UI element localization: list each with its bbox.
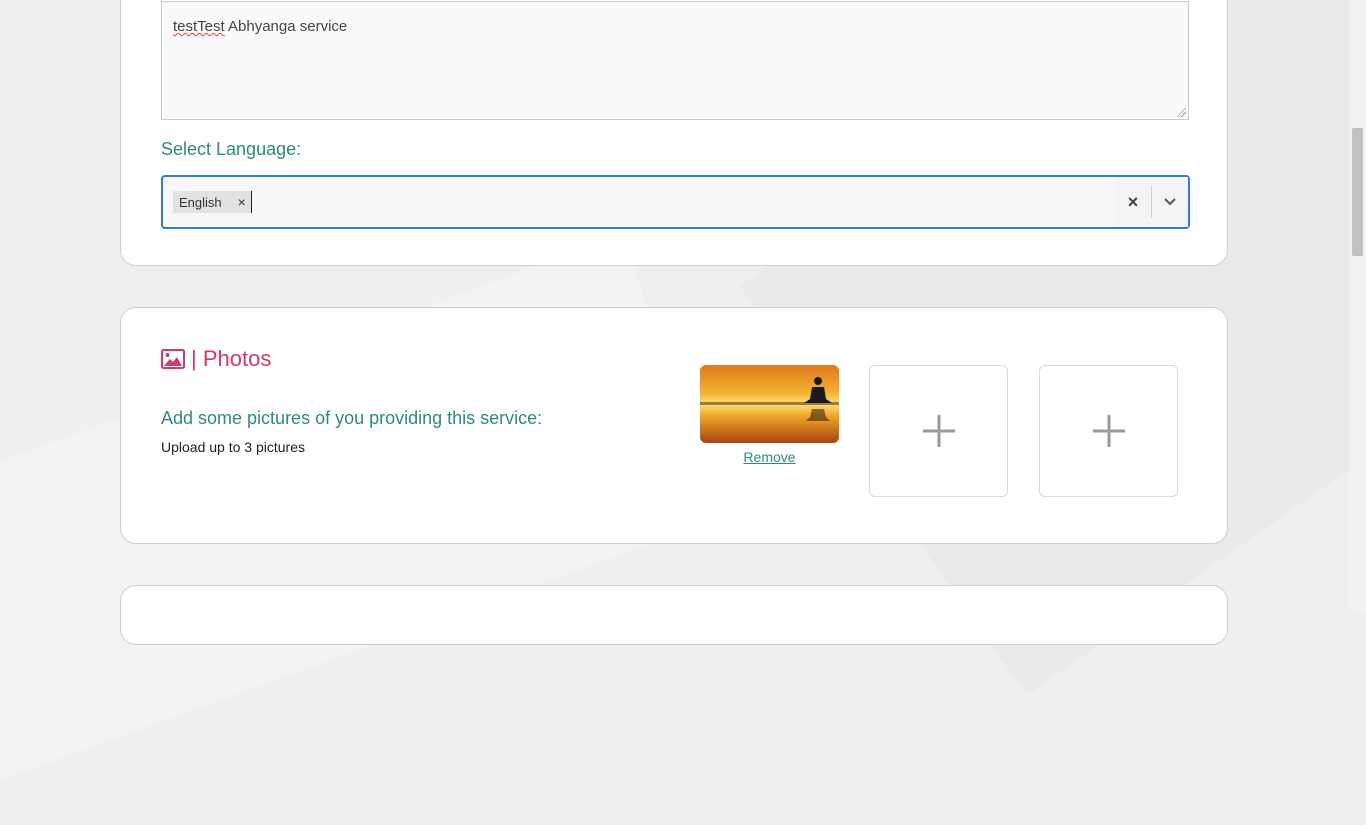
service-details-card: testTest Abhyanga service Select Languag… (120, 0, 1228, 266)
language-chip-english: English × (173, 191, 252, 213)
description-text: testTest Abhyanga service (173, 18, 348, 35)
chip-remove-icon[interactable]: × (232, 194, 252, 210)
remove-photo-link[interactable]: Remove (700, 449, 839, 465)
chevron-down-icon[interactable] (1152, 197, 1188, 207)
photos-title: | Photos (161, 346, 271, 372)
uploaded-photo (700, 365, 839, 443)
select-indicators: × (1115, 177, 1188, 227)
scrollbar-thumb[interactable] (1352, 128, 1363, 256)
photos-card: | Photos Add some pictures of you provid… (120, 307, 1228, 544)
page-scrollbar[interactable] (1349, 0, 1366, 613)
resize-handle[interactable] (1177, 108, 1186, 117)
photos-title-text: | Photos (191, 346, 272, 371)
photos-heading: Add some pictures of you providing this … (161, 408, 543, 428)
language-select[interactable]: English × × (161, 175, 1190, 229)
chip-label: English (179, 194, 222, 210)
plus-icon (1092, 415, 1125, 447)
add-photo-slot[interactable] (869, 365, 1008, 497)
clear-icon[interactable]: × (1115, 192, 1151, 213)
image-icon (161, 349, 185, 369)
plus-icon (922, 415, 955, 447)
add-photo-slot[interactable] (1039, 365, 1178, 497)
description-textarea[interactable]: testTest Abhyanga service (161, 1, 1189, 120)
language-label: Select Language: (161, 139, 302, 159)
next-section-card (120, 585, 1228, 645)
upload-limit-note: Upload up to 3 pictures (161, 439, 305, 455)
text-caret (251, 191, 252, 213)
